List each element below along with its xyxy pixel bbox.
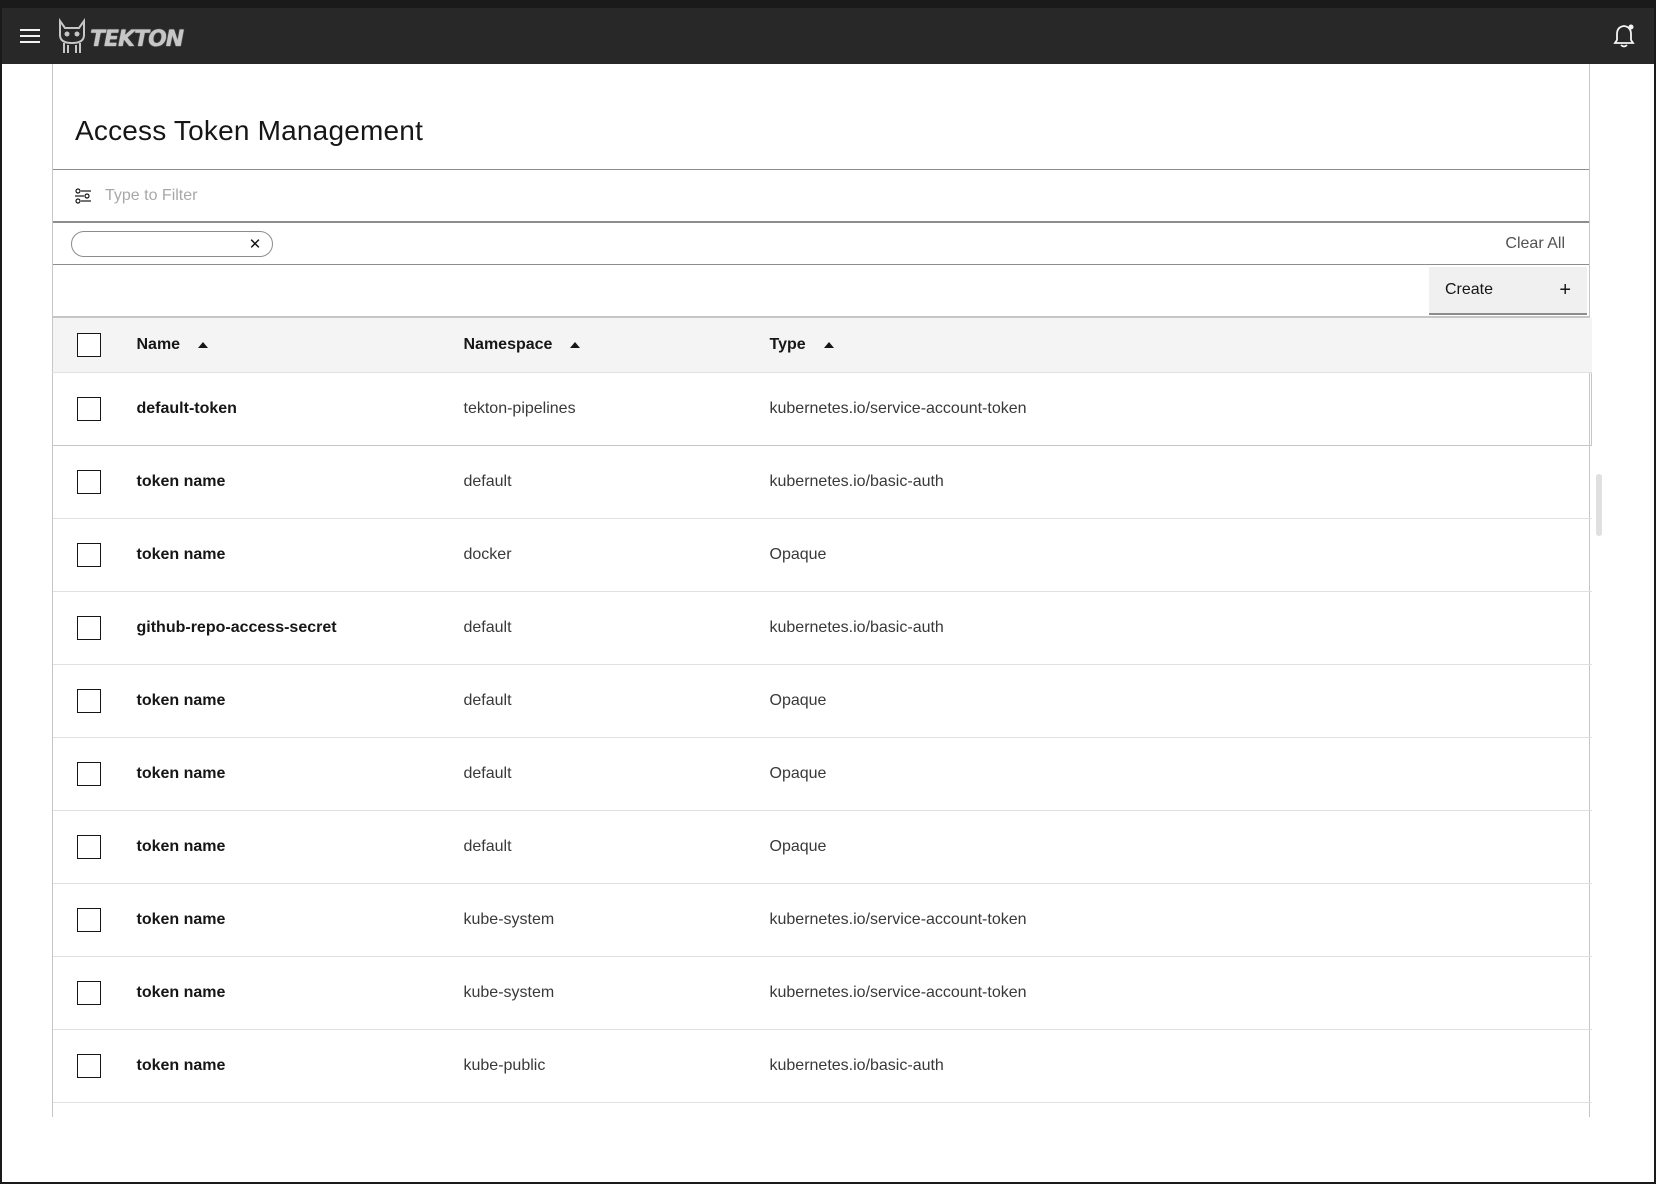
logo-text: TEKTON [90, 26, 184, 52]
column-header-label: Name [136, 335, 181, 353]
sort-ascending-icon [570, 341, 581, 348]
create-button[interactable]: Create + [1429, 267, 1587, 315]
column-header-label: Type [769, 335, 806, 353]
create-button-label: Create [1445, 281, 1494, 298]
cell-namespace: kube-public [463, 1056, 546, 1074]
row-select-cell [53, 372, 137, 445]
table-body: default-token tekton-pipelines kubernete… [52, 372, 1592, 1102]
clear-all-button[interactable]: Clear All [1505, 235, 1565, 253]
row-select-cell [53, 956, 137, 1029]
filter-tag[interactable]: ✕ [71, 230, 273, 257]
sort-ascending-icon [823, 341, 834, 348]
row-select-cell [53, 664, 137, 737]
table-row[interactable]: token name default Opaque [52, 737, 1592, 810]
row-select-cell [53, 1029, 137, 1102]
cell-namespace: default [463, 472, 512, 490]
page-title: Access Token Management [75, 115, 424, 146]
row-checkbox[interactable] [77, 396, 101, 421]
cell-name: token name [136, 837, 226, 855]
cell-namespace: default [463, 618, 512, 636]
row-select-cell [53, 518, 137, 591]
table-header-row: Name Namespace Type [52, 318, 1592, 373]
filter-bar[interactable] [53, 170, 1589, 223]
cell-name: token name [136, 691, 226, 709]
table-row[interactable]: token name default Opaque [52, 664, 1592, 737]
table-row[interactable]: github-repo-access-secret default kubern… [52, 591, 1592, 664]
tokens-table: Name Namespace Type default-token tekton… [52, 318, 1592, 1103]
row-checkbox[interactable] [76, 834, 101, 859]
title-area: Access Token Management [53, 64, 1589, 170]
plus-icon: + [1559, 278, 1571, 301]
table-row[interactable]: token name docker Opaque [52, 518, 1592, 591]
row-checkbox[interactable] [76, 469, 101, 494]
cell-type: kubernetes.io/service-account-token [769, 910, 1027, 928]
row-checkbox[interactable] [76, 761, 101, 786]
row-select-cell [53, 445, 137, 518]
tekton-logo[interactable]: TEKTON [56, 8, 184, 64]
column-header-type[interactable]: Type [769, 318, 1592, 373]
select-all-cell [52, 318, 137, 373]
table-row[interactable]: token name default Opaque [52, 810, 1592, 883]
column-header-label: Namespace [463, 335, 553, 353]
cell-name: token name [136, 983, 226, 1001]
app-window: TEKTON Access Token Management Type to F… [0, 0, 1656, 1184]
top-header-bar: TEKTON [2, 8, 1654, 64]
cell-namespace: default [463, 764, 512, 782]
row-checkbox[interactable] [76, 615, 101, 640]
column-header-name[interactable]: Name [136, 318, 464, 373]
cell-type: Opaque [769, 837, 827, 855]
table-row[interactable]: token name default kubernetes.io/basic-a… [52, 445, 1592, 518]
cell-type: kubernetes.io/service-account-token [769, 983, 1027, 1001]
main-panel: Access Token Management ✕ Clear All Crea [52, 64, 1592, 1117]
column-header-namespace[interactable]: Namespace [463, 318, 770, 373]
row-select-cell [53, 810, 137, 883]
tekton-cat-logo-icon [59, 17, 85, 53]
cell-name: github-repo-access-secret [136, 618, 337, 636]
row-select-cell [53, 883, 137, 956]
cell-name: token name [136, 472, 226, 490]
cell-namespace: tekton-pipelines [463, 399, 576, 417]
table-row[interactable]: token name kube-system kubernetes.io/ser… [52, 956, 1592, 1029]
table-row[interactable]: token name kube-public kubernetes.io/bas… [52, 1029, 1592, 1102]
cell-name: default-token [136, 399, 237, 417]
close-icon[interactable]: ✕ [246, 235, 264, 253]
row-checkbox[interactable] [76, 688, 101, 713]
select-all-checkbox[interactable] [76, 332, 101, 357]
table-row[interactable]: token name kube-system kubernetes.io/ser… [52, 883, 1592, 956]
cell-name: token name [136, 1056, 226, 1074]
cell-type: kubernetes.io/basic-auth [769, 1056, 944, 1074]
notification-bell-icon[interactable] [1608, 20, 1640, 52]
cell-name: token name [136, 910, 226, 928]
sort-ascending-icon [198, 341, 209, 348]
hamburger-menu-icon[interactable] [2, 8, 58, 64]
row-checkbox[interactable] [76, 907, 101, 932]
row-checkbox[interactable] [76, 980, 101, 1005]
row-select-cell [53, 737, 137, 810]
cell-namespace: kube-system [463, 983, 555, 1001]
cell-type: kubernetes.io/service-account-token [769, 399, 1027, 417]
row-checkbox[interactable] [76, 542, 101, 567]
cell-namespace: default [463, 691, 512, 709]
table-row[interactable]: default-token tekton-pipelines kubernete… [52, 372, 1592, 445]
cell-namespace: docker [463, 545, 512, 563]
scrollbar-thumb[interactable] [1596, 474, 1602, 536]
table-toolbar: Create + [53, 265, 1589, 318]
row-checkbox[interactable] [76, 1053, 101, 1078]
cell-type: Opaque [769, 691, 827, 709]
cell-namespace: default [463, 837, 512, 855]
row-select-cell [53, 591, 137, 664]
cell-type: kubernetes.io/basic-auth [769, 618, 944, 636]
filter-settings-icon[interactable] [75, 187, 91, 204]
cell-name: token name [136, 764, 226, 782]
cell-type: Opaque [769, 545, 827, 563]
cell-name: token name [136, 545, 226, 563]
cell-type: kubernetes.io/basic-auth [769, 472, 944, 490]
filter-input[interactable] [105, 186, 1405, 205]
cell-type: Opaque [769, 764, 827, 782]
cell-namespace: kube-system [463, 910, 555, 928]
filter-tags-row: ✕ Clear All [53, 223, 1589, 265]
